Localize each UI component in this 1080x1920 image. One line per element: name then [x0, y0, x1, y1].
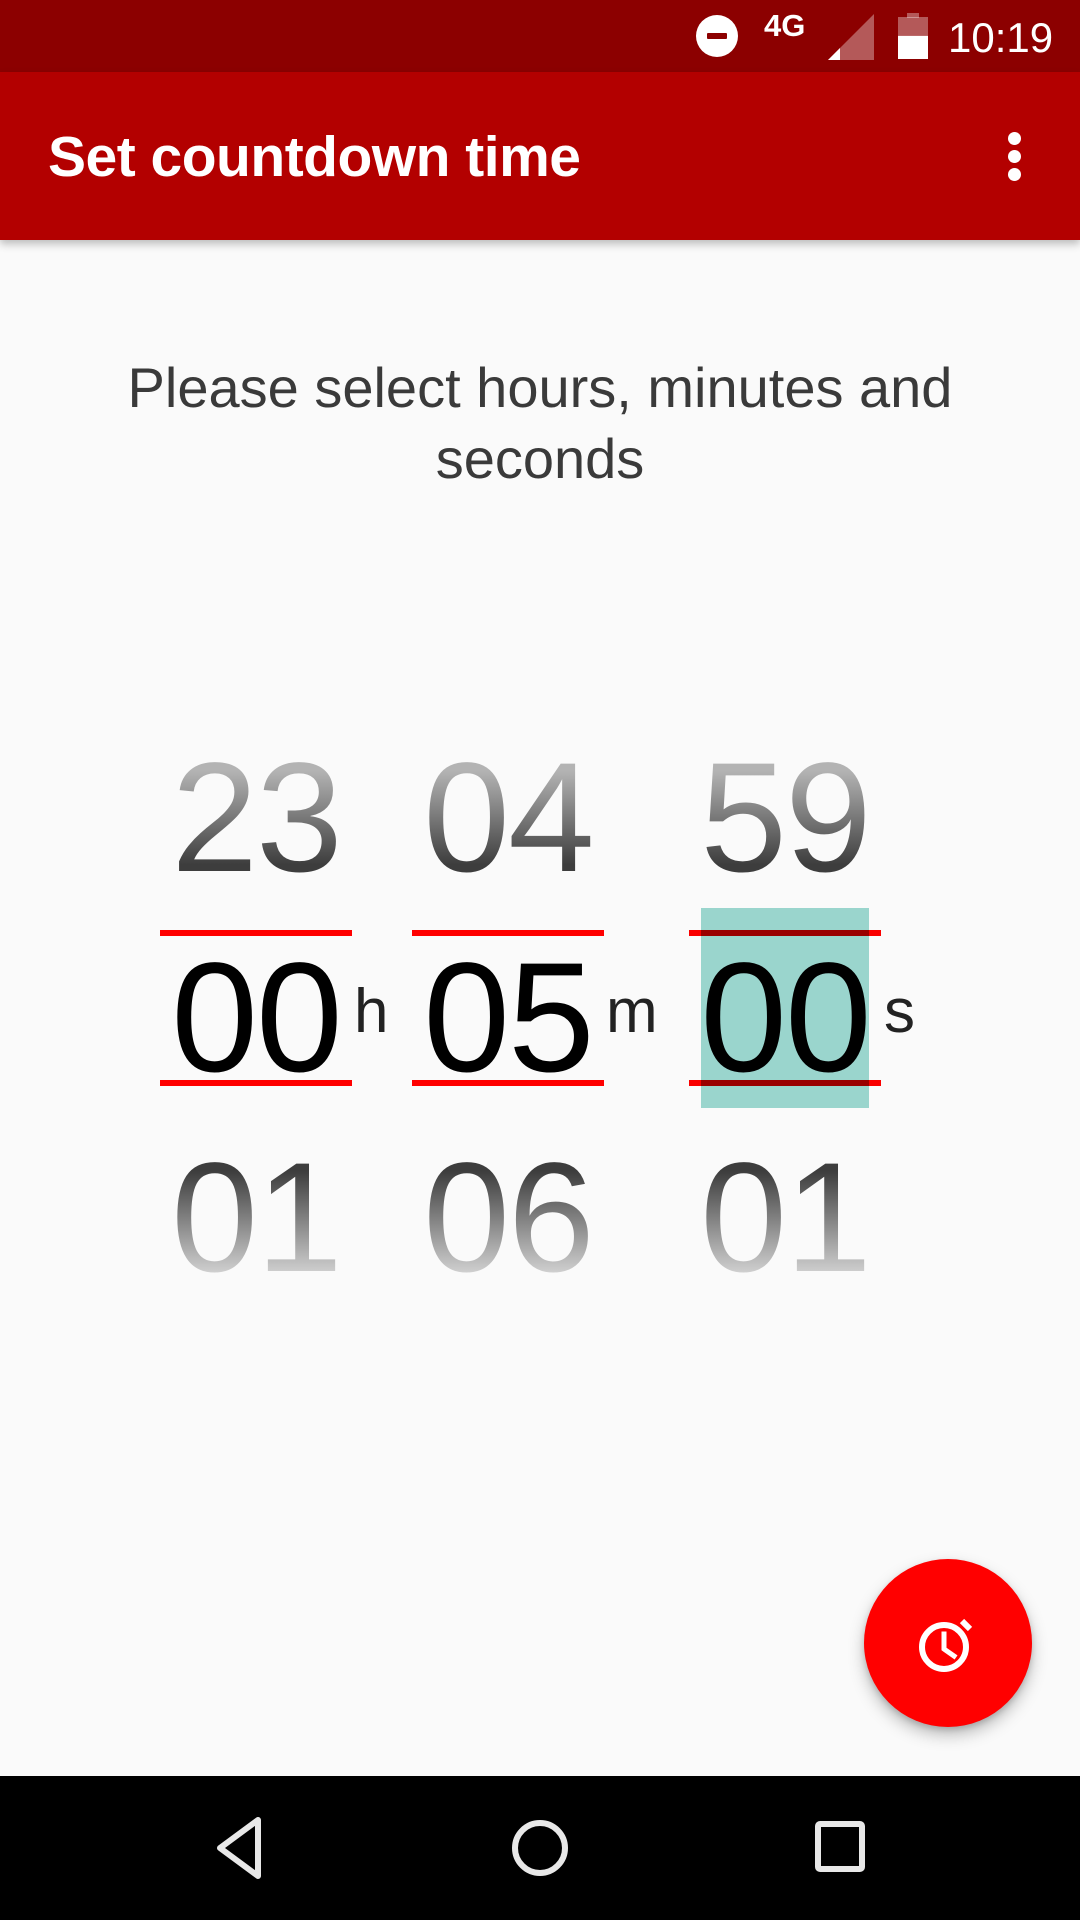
clock: 10:19	[948, 14, 1054, 61]
cell-signal-icon	[828, 14, 874, 60]
home-icon	[512, 1820, 568, 1876]
more-vert-icon	[1008, 150, 1021, 163]
recents-icon	[815, 1821, 865, 1872]
more-vert-icon	[1008, 132, 1021, 145]
recents-button[interactable]	[780, 1804, 900, 1892]
timer-icon	[919, 1618, 973, 1672]
selection-divider	[689, 1080, 881, 1086]
start-timer-button[interactable]	[864, 1559, 1032, 1727]
hours-unit-label: h	[354, 977, 389, 1046]
hours-next-value[interactable]: 01	[160, 1140, 352, 1296]
minutes-selected-value[interactable]: 05	[412, 940, 604, 1096]
home-button[interactable]	[480, 1804, 600, 1892]
instruction-text: Please select hours, minutes and seconds	[127, 356, 953, 490]
minutes-unit-label: m	[606, 977, 658, 1046]
back-button[interactable]	[180, 1804, 300, 1892]
navigation-bar	[0, 1776, 1080, 1920]
minutes-previous-value[interactable]: 04	[412, 740, 604, 896]
more-vert-icon	[1008, 168, 1021, 181]
overflow-menu-button[interactable]	[990, 112, 1038, 200]
minutes-next-value[interactable]: 06	[412, 1140, 604, 1296]
back-icon	[217, 1817, 261, 1879]
page-title: Set countdown time	[48, 125, 581, 189]
seconds-picker[interactable]: 59 00 01	[689, 740, 881, 1300]
selection-divider	[412, 1080, 604, 1086]
status-bar: 4G 10:19	[0, 0, 1080, 72]
hours-selected-value[interactable]: 00	[160, 940, 352, 1096]
seconds-unit-label: s	[884, 977, 915, 1046]
network-type: 4G	[764, 8, 806, 43]
seconds-previous-value[interactable]: 59	[689, 740, 881, 896]
minutes-picker[interactable]: 04 05 06	[412, 740, 604, 1300]
seconds-selected-value[interactable]: 00	[689, 940, 881, 1096]
seconds-next-value[interactable]: 01	[689, 1140, 881, 1296]
hours-picker[interactable]: 23 00 01	[160, 740, 352, 1300]
do-not-disturb-icon	[696, 15, 738, 57]
hours-previous-value[interactable]: 23	[160, 740, 352, 896]
battery-icon	[898, 13, 928, 59]
selection-divider	[160, 1080, 352, 1086]
app-bar: Set countdown time	[0, 72, 1080, 240]
